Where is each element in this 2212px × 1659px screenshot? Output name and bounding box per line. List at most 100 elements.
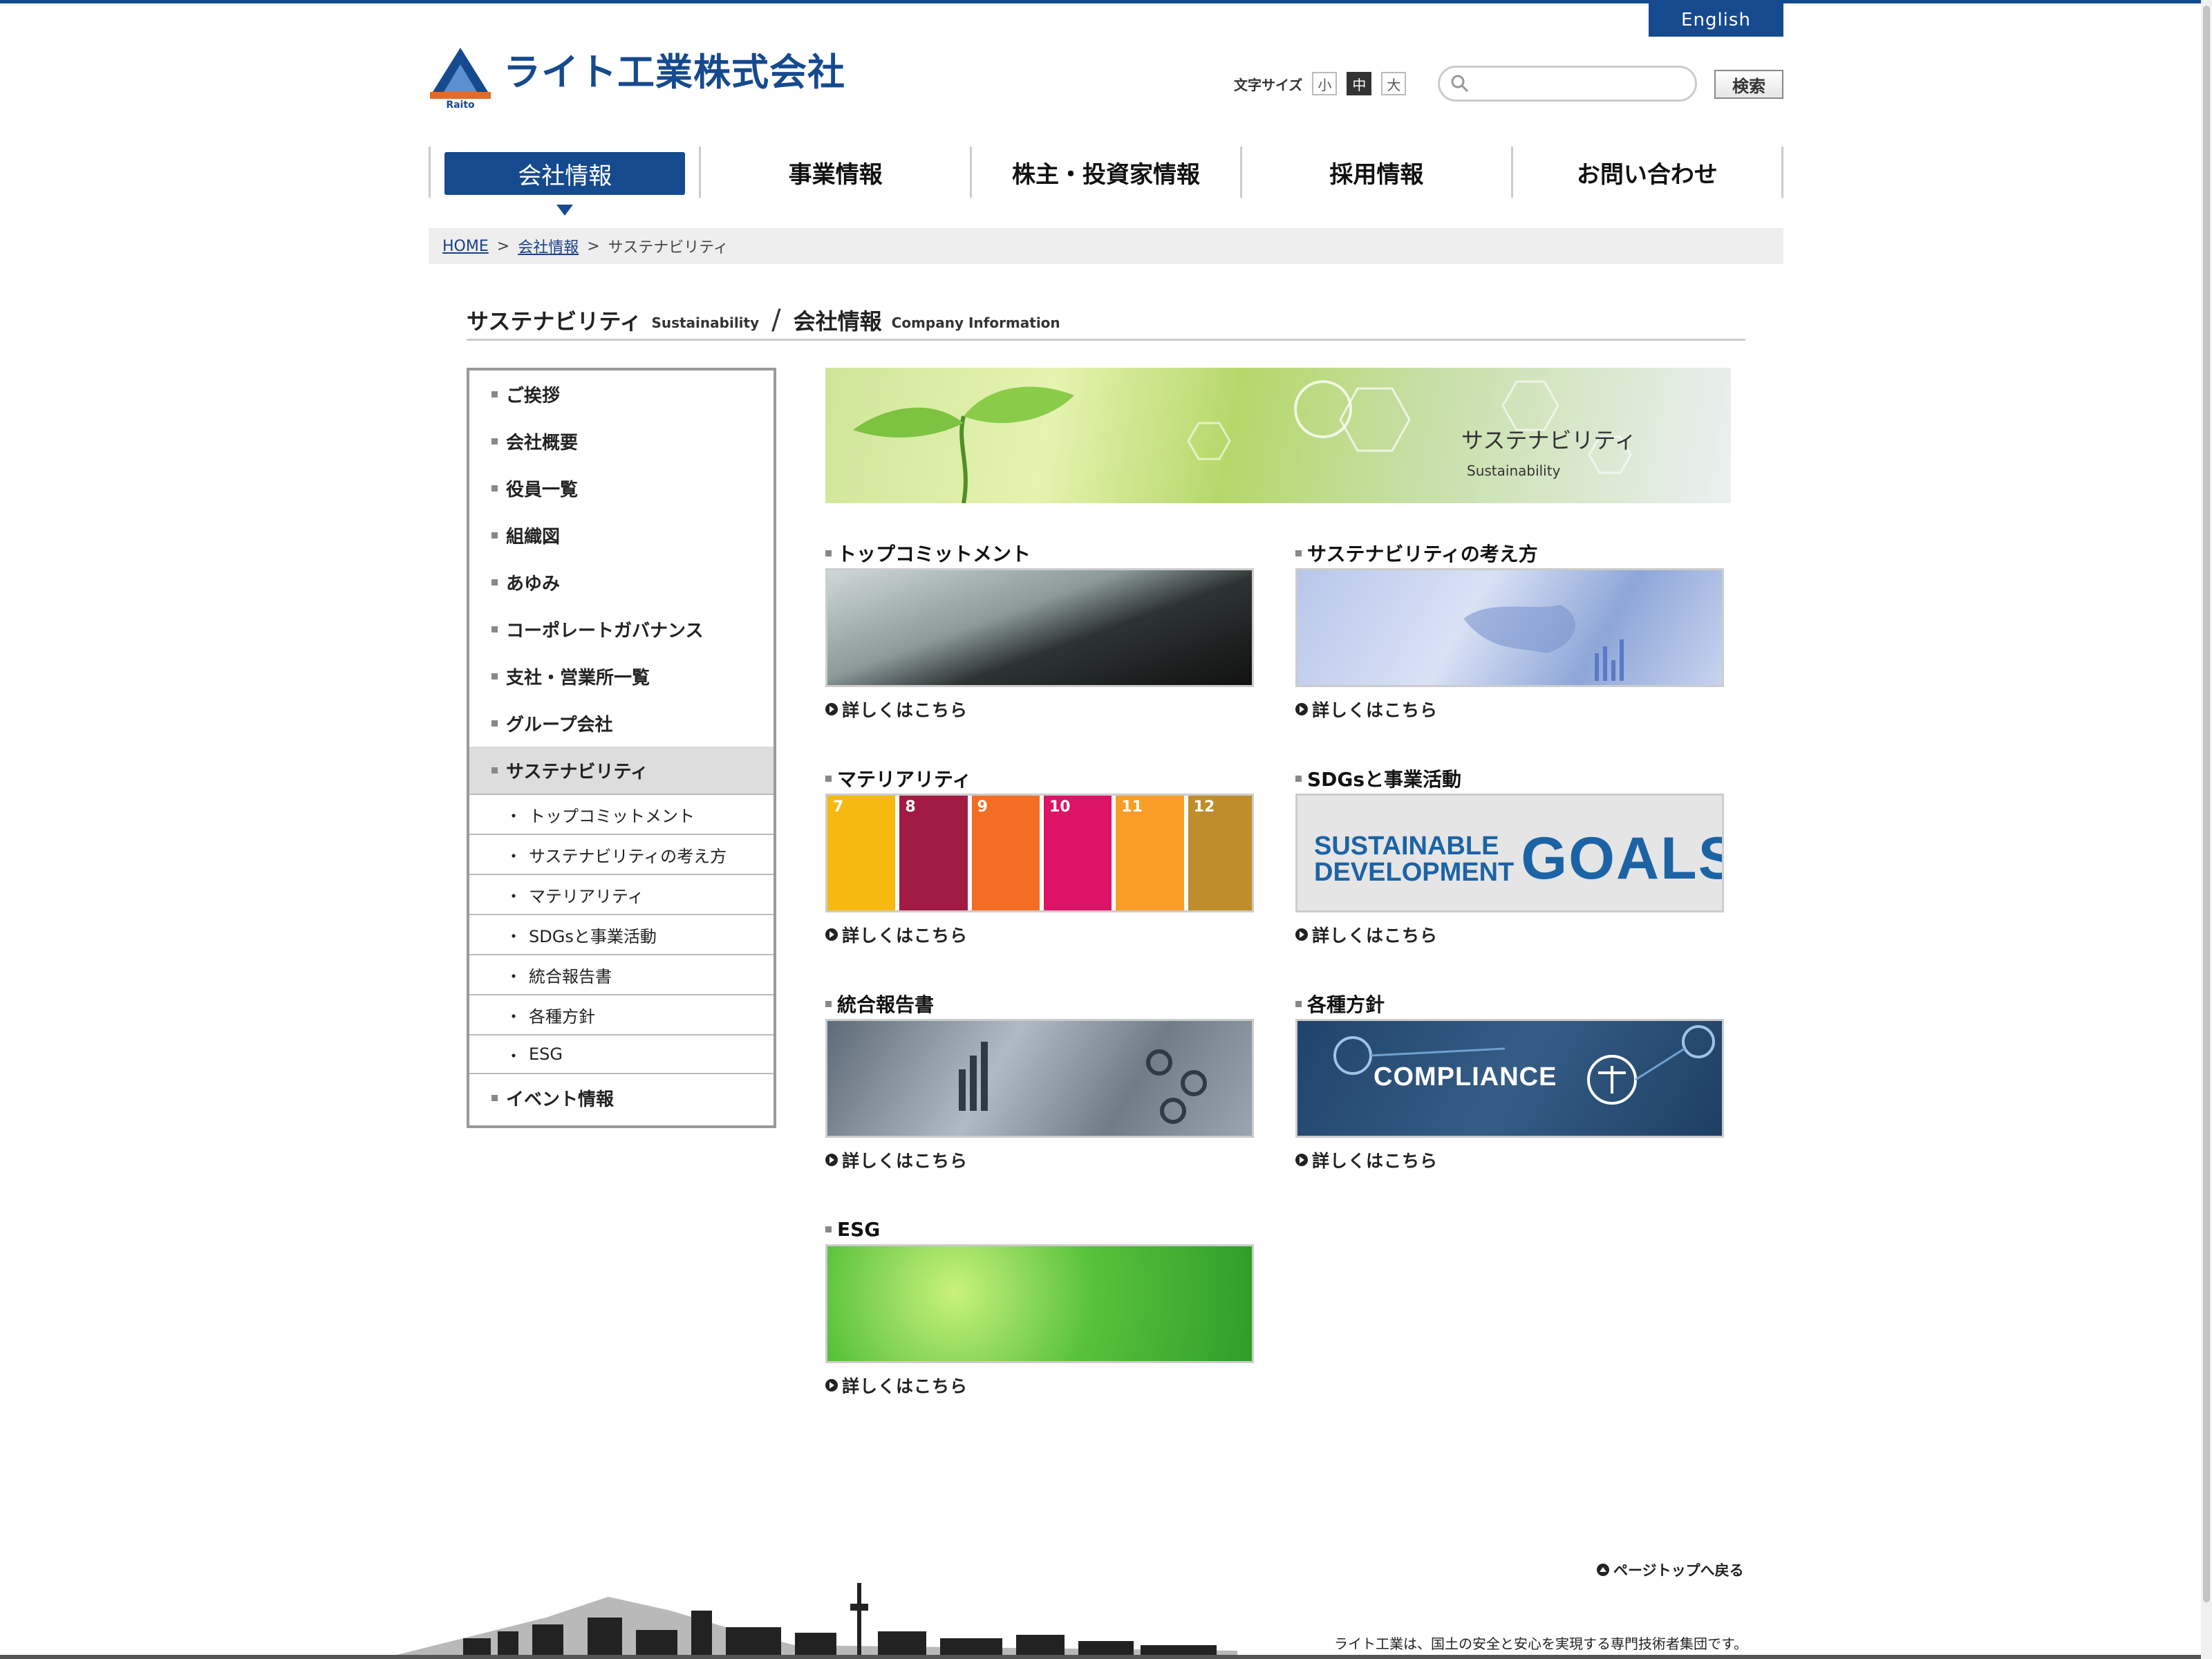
side-item-label: サステナビリティ: [506, 761, 648, 782]
card-more-link[interactable]: 詳しくはこちら: [825, 1147, 1254, 1172]
side-sub-sdgs[interactable]: ・ SDGsと事業活動: [469, 914, 774, 954]
font-size-small-button[interactable]: 小: [1312, 72, 1338, 95]
card-more-text: 詳しくはこちら: [842, 1151, 968, 1171]
card-integrated-report: 統合報告書 詳しくはこちら: [825, 991, 1254, 1172]
side-item-overview[interactable]: 会社概要: [469, 418, 774, 465]
bullet-icon: [825, 775, 832, 782]
logo-text: ライト工業株式会社: [503, 50, 845, 94]
card-title: 統合報告書: [825, 991, 1254, 1016]
nav-company-info[interactable]: 会社情報: [429, 147, 699, 216]
card-title: マテリアリティ: [825, 766, 1254, 791]
footer-tagline: ライト工業は、国土の安全と安心を実現する専門技術者集団です。: [1334, 1635, 1747, 1652]
bullet-icon: [825, 1000, 832, 1007]
card-image-sdg-tiles[interactable]: 7 8 9 10 11 12: [825, 794, 1254, 912]
page-top-label: ページトップへ戻る: [1613, 1562, 1744, 1579]
breadcrumb-company-link[interactable]: 会社情報: [518, 235, 579, 257]
side-item-sustainability[interactable]: サステナビリティ: [469, 747, 774, 794]
arrow-up-circle-icon: [1597, 1564, 1609, 1576]
side-item-label: イベント情報: [506, 1089, 615, 1110]
side-item-group[interactable]: グループ会社: [469, 700, 774, 747]
scrollbar[interactable]: [2201, 0, 2212, 1659]
side-item-offices[interactable]: 支社・営業所一覧: [469, 653, 774, 700]
side-sub-policies[interactable]: ・各種方針: [469, 994, 774, 1034]
nav-investor-info[interactable]: 株主・投資家情報: [969, 147, 1240, 198]
card-approach: サステナビリティの考え方 詳しくはこちら: [1295, 541, 1724, 722]
english-button[interactable]: English: [1649, 3, 1783, 37]
arrow-circle-icon: [1295, 1154, 1308, 1166]
card-title-text: トップコミットメント: [837, 543, 1031, 565]
card-more-link[interactable]: 詳しくはこちら: [1295, 922, 1724, 947]
global-nav: 会社情報 事業情報 株主・投資家情報 採用情報 お問い合わせ: [429, 147, 1784, 216]
card-more-link[interactable]: 詳しくはこちら: [1295, 697, 1724, 722]
bullet-icon: [1295, 550, 1302, 556]
side-item-events[interactable]: イベント情報: [469, 1074, 774, 1121]
bullet-icon: [1295, 1000, 1302, 1007]
breadcrumb-current: サステナビリティ: [608, 239, 729, 256]
card-more-link[interactable]: 詳しくはこちら: [1295, 1147, 1724, 1172]
page-title-jp: サステナビリティ: [467, 308, 642, 335]
data-chart-graphic: [1463, 605, 1624, 681]
side-item-org-chart[interactable]: 組織図: [469, 512, 774, 559]
side-item-officers[interactable]: 役員一覧: [469, 465, 774, 512]
card-image-office[interactable]: [825, 568, 1254, 687]
bullet-icon: [1295, 775, 1302, 782]
side-sub-esg[interactable]: ・ ESG: [469, 1034, 774, 1074]
font-size-large-button[interactable]: 大: [1381, 72, 1407, 95]
card-image-green-globe[interactable]: [825, 1244, 1254, 1363]
sdg-tile: 9: [971, 796, 1040, 910]
side-item-label: あゆみ: [506, 573, 561, 594]
side-sub-label: トップコミットメント: [529, 806, 695, 826]
card-title: ESG: [825, 1217, 1254, 1241]
side-item-label: 組織図: [506, 526, 561, 547]
breadcrumb-separator: >: [587, 237, 600, 255]
search-button[interactable]: 検索: [1714, 70, 1783, 99]
bullet-icon: [491, 767, 498, 774]
bullet-icon: [491, 626, 498, 632]
bullet-icon: [491, 532, 498, 538]
search-input[interactable]: [1476, 75, 1683, 93]
card-image-globe-data[interactable]: [1295, 568, 1724, 687]
scrollbar-thumb[interactable]: [2203, 6, 2210, 1602]
report-graphic: [959, 1042, 1207, 1124]
hero-title-en: Sustainability: [1467, 462, 1561, 479]
card-image-sdg-logo[interactable]: SUSTAINABLE DEVELOPMENT GOALS: [1295, 794, 1724, 912]
card-more-link[interactable]: 詳しくはこちら: [825, 922, 1254, 947]
font-size-medium-button[interactable]: 中: [1347, 72, 1372, 95]
card-image-reports[interactable]: [825, 1019, 1254, 1138]
side-sub-materiality[interactable]: ・マテリアリティ: [469, 874, 774, 914]
card-image-compliance[interactable]: COMPLIANCE: [1295, 1019, 1724, 1138]
card-title-text: 各種方針: [1307, 993, 1385, 1016]
site-logo[interactable]: Raito ライト工業株式会社: [429, 41, 845, 110]
nav-business-info[interactable]: 事業情報: [699, 147, 969, 198]
nav-contact[interactable]: お問い合わせ: [1510, 147, 1784, 198]
hero-title: サステナビリティ Sustainability: [1461, 423, 1731, 481]
card-top-commitment: トップコミットメント 詳しくはこちら: [825, 541, 1254, 722]
card-more-link[interactable]: 詳しくはこちら: [825, 1373, 1254, 1398]
nav-label: 事業情報: [788, 160, 883, 189]
side-item-history[interactable]: あゆみ: [469, 559, 774, 606]
compliance-label: COMPLIANCE: [1374, 1062, 1557, 1091]
page-top-link[interactable]: ページトップへ戻る: [1597, 1559, 1744, 1580]
sub-dot: ・: [505, 966, 522, 986]
side-sub-top-commitment[interactable]: ・トップコミットメント: [469, 794, 774, 834]
page-title-en: Sustainability: [651, 314, 760, 331]
side-item-governance[interactable]: コーポレートガバナンス: [469, 606, 774, 653]
sdg-tile: 12: [1188, 796, 1252, 910]
bullet-icon: [491, 1094, 498, 1101]
card-title-text: マテリアリティ: [837, 768, 972, 791]
nav-recruit-info[interactable]: 採用情報: [1240, 147, 1510, 198]
side-sub-label: 各種方針: [529, 1006, 595, 1027]
sdg-tile-grid: 7 8 9 10 11 12: [827, 796, 1252, 910]
side-sub-approach[interactable]: ・サステナビリティの考え方: [469, 834, 774, 874]
sdg-tile: 10: [1044, 796, 1112, 910]
breadcrumb: HOME > 会社情報 > サステナビリティ: [429, 228, 1783, 264]
bullet-icon: [491, 391, 498, 397]
card-more-link[interactable]: 詳しくはこちら: [825, 697, 1254, 722]
side-sub-integrated-report[interactable]: ・統合報告書: [469, 954, 774, 994]
card-more-text: 詳しくはこちら: [1312, 1151, 1438, 1171]
hero-title-jp: サステナビリティ: [1461, 427, 1637, 453]
breadcrumb-home-link[interactable]: HOME: [442, 238, 489, 255]
side-item-label: 支社・営業所一覧: [506, 667, 650, 688]
side-item-greeting[interactable]: ご挨拶: [469, 371, 774, 418]
sub-dot: ・: [505, 886, 522, 906]
